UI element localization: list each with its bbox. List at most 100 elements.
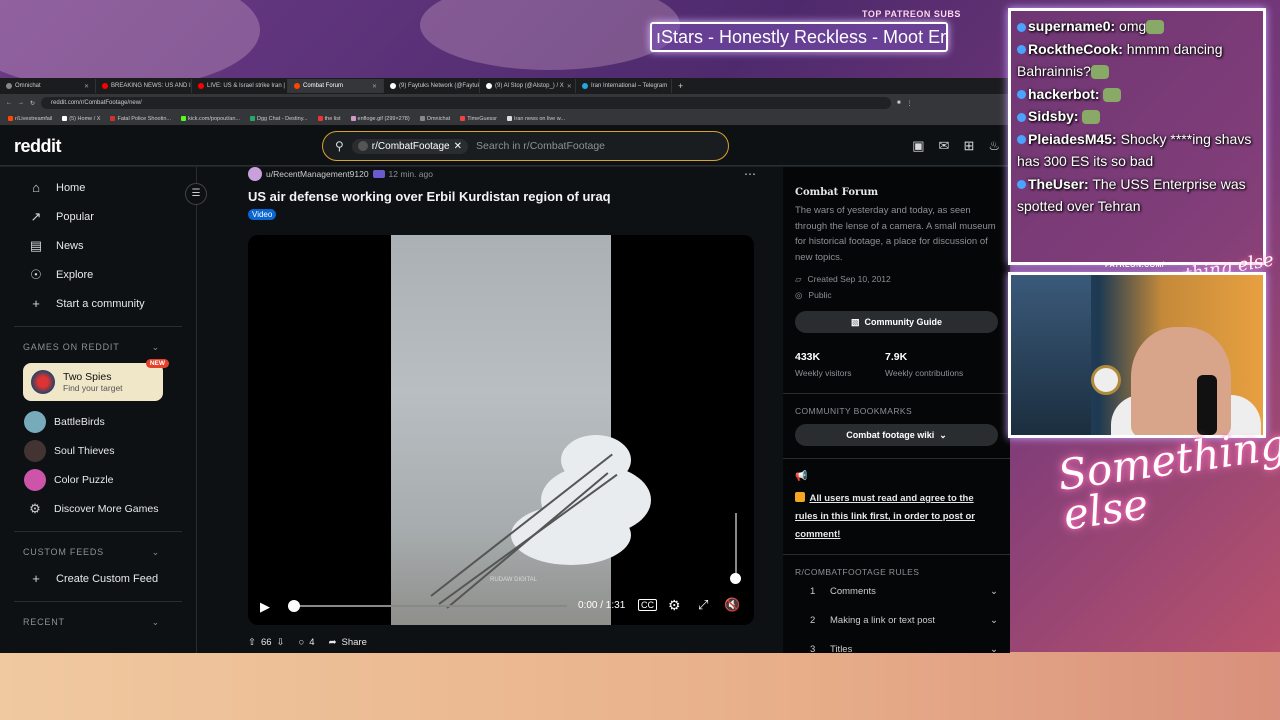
- sidebar-item-news[interactable]: ▤ News: [0, 231, 196, 260]
- advertise-icon[interactable]: ▣: [912, 138, 924, 154]
- recent-section-header[interactable]: RECENT ⌄: [0, 610, 196, 634]
- sidebar-item-popular[interactable]: ↗ Popular: [0, 202, 196, 231]
- subreddit-avatar: [357, 141, 368, 151]
- rule-item[interactable]: 2 Making a link or text post ⌄: [795, 606, 998, 635]
- sidebar-item-explore[interactable]: ☉ Explore: [0, 260, 196, 289]
- games-header-label: GAMES ON REDDIT: [23, 342, 120, 352]
- more-options-icon[interactable]: ⋯: [744, 167, 756, 181]
- close-tab-icon[interactable]: ✕: [372, 83, 377, 90]
- gamepad-icon: ⚙: [24, 497, 46, 520]
- chat-message: supername0: omg: [1017, 15, 1257, 38]
- bookmark-favicon-icon: [249, 116, 255, 121]
- games-section-header[interactable]: GAMES ON REDDIT ⌄: [0, 335, 196, 359]
- video-progress-knob[interactable]: [288, 600, 300, 612]
- volume-slider[interactable]: [735, 513, 737, 581]
- wiki-button[interactable]: Combat footage wiki ⌄: [795, 424, 998, 446]
- sidebar-item-start-community[interactable]: + Start a community: [0, 289, 196, 318]
- bookmark-label: enfloge.gif (299×278): [357, 115, 410, 122]
- webcam-lamp: [1091, 365, 1121, 395]
- menu-icon[interactable]: ⋮: [907, 100, 913, 107]
- gear-icon[interactable]: ⚙: [668, 597, 681, 614]
- search-input[interactable]: Search in r/CombatFootage: [476, 140, 605, 152]
- custom-feeds-section-header[interactable]: CUSTOM FEEDS ⌄: [0, 540, 196, 564]
- url-field[interactable]: reddit.com/r/CombatFootage/new/: [41, 97, 892, 109]
- rule-item[interactable]: 1 Comments ⌄: [795, 577, 998, 606]
- author-avatar[interactable]: [248, 167, 262, 181]
- fullscreen-icon[interactable]: ⤢: [698, 597, 708, 613]
- extensions-icon[interactable]: ■: [897, 100, 901, 106]
- bookmark[interactable]: Fatal Police Shootin...: [110, 116, 171, 122]
- chat-badge-icon: [1017, 112, 1026, 122]
- two-spies-game-card[interactable]: Two Spies Find your target NEW: [23, 359, 169, 401]
- game-item[interactable]: ⚙ Discover More Games: [0, 494, 196, 523]
- play-icon[interactable]: ▶: [260, 599, 270, 615]
- notifications-icon[interactable]: ♨: [988, 138, 1000, 154]
- tab-favicon-icon: [198, 83, 204, 89]
- sidebar-item-label: News: [56, 239, 84, 252]
- video-progress-bar[interactable]: [292, 605, 567, 607]
- comment-icon: ○: [298, 637, 305, 648]
- bookmark[interactable]: TimeGuessr: [460, 116, 497, 122]
- news-icon: ▤: [29, 237, 43, 253]
- reload-icon[interactable]: ↻: [30, 100, 35, 107]
- post: u/RecentManagement9120 12 min. ago ⋯ US …: [248, 167, 756, 222]
- bookmark[interactable]: Iran news on live w...: [506, 116, 565, 122]
- community-guide-button[interactable]: ▧ Community Guide: [795, 311, 998, 333]
- close-tab-icon[interactable]: ✕: [567, 83, 572, 90]
- game-icon: [24, 439, 46, 462]
- subreddit-search-chip[interactable]: r/CombatFootage ✕: [351, 138, 469, 154]
- chat-icon[interactable]: ✉: [939, 138, 950, 154]
- announcement-link[interactable]: All users must read and agree to the rul…: [795, 493, 975, 540]
- bookmark[interactable]: the list: [317, 116, 341, 122]
- upvote-icon[interactable]: ⇧: [248, 637, 256, 648]
- bookmark[interactable]: Omnichat: [419, 116, 450, 122]
- browser-tab[interactable]: Iran International – Telegram✕: [576, 79, 672, 93]
- home-icon: ⌂: [32, 180, 40, 195]
- back-icon[interactable]: ←: [6, 100, 12, 106]
- create-post-icon[interactable]: ⊞: [963, 138, 974, 154]
- rule-item[interactable]: 3 Titles ⌄: [795, 635, 998, 653]
- captions-icon[interactable]: CC: [638, 599, 657, 611]
- bookmark[interactable]: (5) Home / X: [62, 116, 100, 122]
- comments-button[interactable]: ○ 4: [299, 637, 315, 648]
- bookmark[interactable]: kick.com/popout/an...: [181, 116, 240, 122]
- bookmark[interactable]: enfloge.gif (299×278): [350, 115, 410, 122]
- close-tab-icon[interactable]: ✕: [84, 83, 89, 90]
- forward-icon[interactable]: →: [18, 100, 24, 106]
- game-item[interactable]: BattleBirds: [0, 407, 196, 436]
- bookmark[interactable]: Dgg Chat - Destiny...: [249, 116, 308, 122]
- browser-tab[interactable]: BREAKING NEWS: US AND ISR✕: [96, 79, 192, 93]
- bookmarks-header: COMMUNITY BOOKMARKS: [795, 406, 913, 416]
- chat-badge-icon: [1017, 22, 1026, 32]
- community-guide-label: Community Guide: [864, 317, 943, 327]
- create-custom-feed[interactable]: + Create Custom Feed: [0, 564, 196, 593]
- post-author[interactable]: u/RecentManagement9120: [266, 169, 369, 179]
- chat-message: PleiadesM45: Shocky ****ing shavs has 30…: [1017, 128, 1257, 173]
- reddit-logo[interactable]: reddit: [14, 136, 62, 157]
- new-tab-icon[interactable]: +: [672, 81, 689, 91]
- bookmark-favicon-icon: [62, 116, 68, 121]
- game-label: Discover More Games: [54, 502, 159, 515]
- collapse-sidebar-button[interactable]: ☰: [185, 183, 207, 205]
- browser-tab[interactable]: LIVE: US & Israel strike Iran | Ir✕: [192, 79, 288, 93]
- browser-tab[interactable]: Combat Forum ✕: [288, 79, 384, 93]
- close-icon[interactable]: ✕: [454, 141, 462, 152]
- post-flair[interactable]: Video: [248, 209, 277, 220]
- game-item[interactable]: Soul Thieves: [0, 436, 196, 465]
- share-button[interactable]: ➦ Share: [329, 637, 367, 648]
- visitors-label: Weekly visitors: [795, 368, 852, 378]
- video-player[interactable]: RUDAW DIGITAL ▶ 0:00 / 1:31 CC ⚙ ⤢ 🔇: [248, 235, 754, 625]
- downvote-icon[interactable]: ⇩: [277, 637, 285, 648]
- sidebar-item-home[interactable]: ⌂ Home: [0, 173, 196, 202]
- volume-slider-knob[interactable]: [730, 573, 741, 584]
- game-item[interactable]: Color Puzzle: [0, 465, 196, 494]
- browser-tab[interactable]: Omnichat ✕: [0, 79, 96, 93]
- bookmark[interactable]: r/Livestreamfail: [8, 116, 52, 122]
- tab-label: Iran International – Telegram: [591, 83, 668, 89]
- post-title[interactable]: US air defense working over Erbil Kurdis…: [248, 189, 756, 204]
- search-bar[interactable]: ⚲ r/CombatFootage ✕ Search in r/CombatFo…: [322, 131, 729, 161]
- browser-tab[interactable]: (9) Faytuks Network (@Faytuks✕: [384, 79, 480, 93]
- mute-icon[interactable]: 🔇: [724, 597, 740, 613]
- browser-tab[interactable]: (9) Al Stop (@Alstop_) / X ✕: [480, 79, 576, 93]
- tab-label: (9) Al Stop (@Alstop_) / X: [495, 83, 564, 89]
